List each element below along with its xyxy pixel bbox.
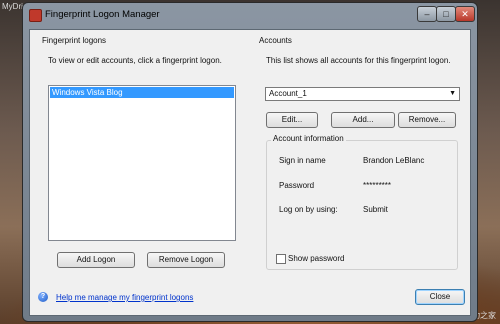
- show-password-label: Show password: [288, 254, 345, 263]
- logon-method-label: Log on by using:: [279, 205, 338, 214]
- accounts-description: This list shows all accounts for this fi…: [266, 56, 451, 65]
- account-information-heading: Account information: [271, 134, 346, 143]
- logon-method-value: Submit: [363, 205, 388, 214]
- accounts-heading: Accounts: [259, 36, 292, 45]
- close-button[interactable]: Close: [415, 289, 465, 305]
- window-close-button[interactable]: ✕: [455, 6, 475, 22]
- minimize-button[interactable]: –: [417, 6, 437, 22]
- edit-account-button[interactable]: Edit...: [266, 112, 318, 128]
- sign-in-name-value: Brandon LeBlanc: [363, 156, 425, 165]
- fingerprint-logons-heading: Fingerprint logons: [42, 36, 107, 45]
- fingerprint-logons-list[interactable]: Windows Vista Blog: [48, 85, 236, 241]
- add-account-button[interactable]: Add...: [331, 112, 395, 128]
- show-password-checkbox[interactable]: [276, 254, 286, 264]
- remove-logon-button[interactable]: Remove Logon: [147, 252, 225, 268]
- remove-account-button[interactable]: Remove...: [398, 112, 456, 128]
- account-selector-value: Account_1: [269, 89, 307, 98]
- dialog-client-area: Fingerprint logons To view or edit accou…: [29, 29, 471, 316]
- title-bar[interactable]: Fingerprint Logon Manager – □ ✕: [23, 3, 477, 27]
- password-label: Password: [279, 181, 315, 190]
- fingerprint-logons-description: To view or edit accounts, click a finger…: [48, 56, 222, 65]
- sign-in-name-label: Sign in name: [279, 156, 326, 165]
- window-title: Fingerprint Logon Manager: [45, 9, 160, 20]
- add-logon-button[interactable]: Add Logon: [57, 252, 135, 268]
- account-selector[interactable]: Account_1 ▼: [265, 87, 460, 101]
- help-icon[interactable]: ?: [38, 292, 48, 302]
- chevron-down-icon[interactable]: ▼: [449, 88, 456, 100]
- fingerprint-logon-manager-window: Fingerprint Logon Manager – □ ✕ Fingerpr…: [22, 2, 478, 322]
- password-value: *********: [363, 181, 392, 190]
- fingerprint-app-icon: [29, 9, 42, 22]
- help-link[interactable]: Help me manage my fingerprint logons: [56, 293, 193, 302]
- maximize-button[interactable]: □: [436, 6, 456, 22]
- list-item[interactable]: Windows Vista Blog: [50, 87, 234, 98]
